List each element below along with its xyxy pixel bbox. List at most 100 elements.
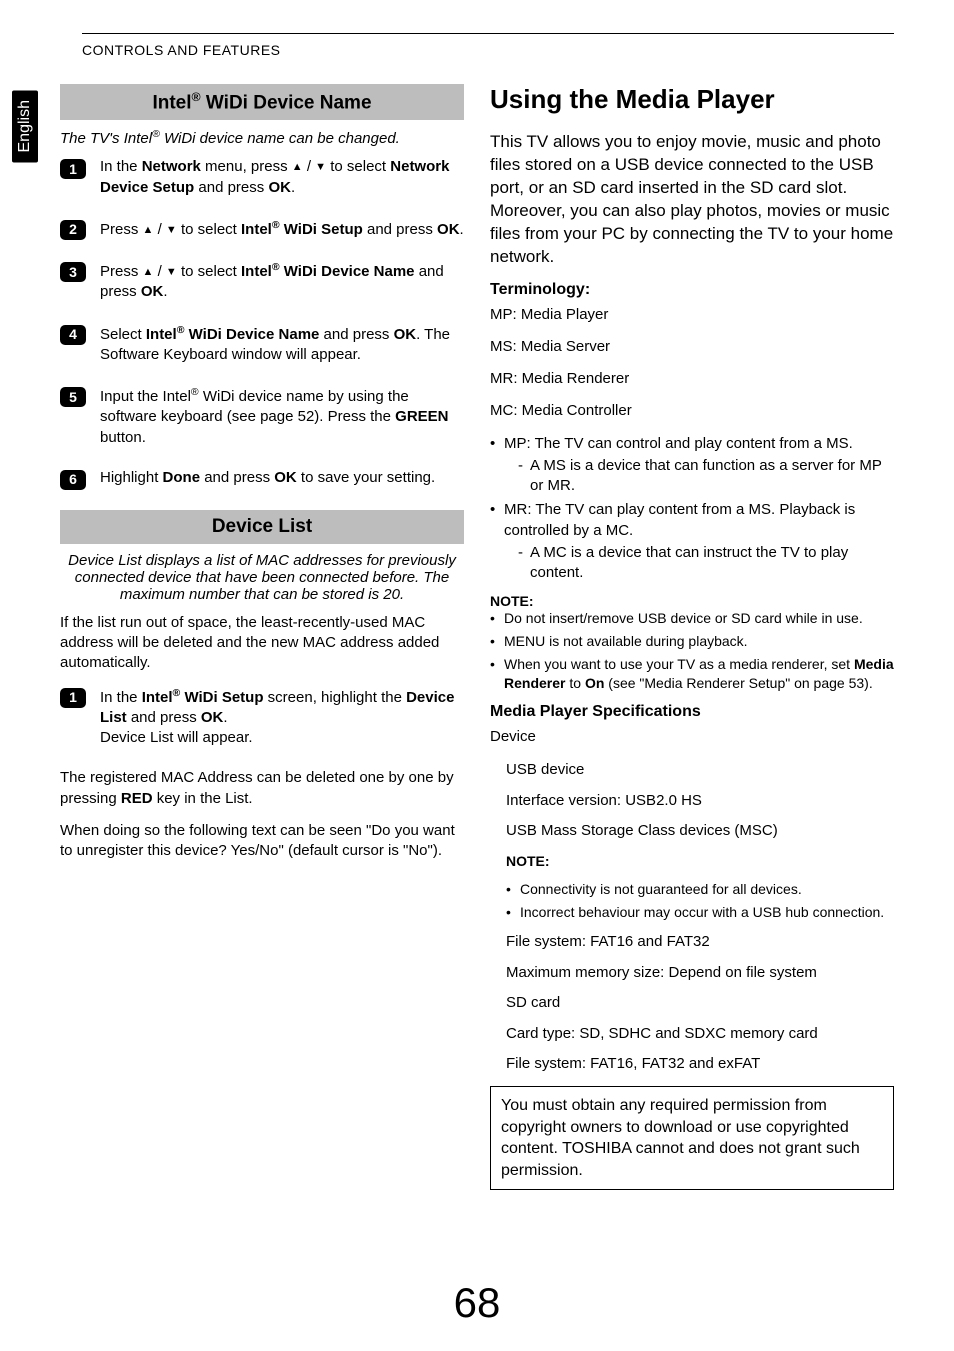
media-player-intro: This TV allows you to enjoy movie, music… — [490, 131, 894, 269]
t: to save your setting. — [297, 469, 435, 486]
up-arrow-icon: ▲ — [143, 223, 154, 238]
t: ® — [272, 261, 280, 273]
spec-mem: Maximum memory size: Depend on file syst… — [506, 962, 894, 985]
device-list-para1: If the list run out of space, the least-… — [60, 613, 464, 674]
t: GREEN — [395, 408, 448, 425]
t: and press — [319, 326, 393, 343]
t: OK — [141, 283, 164, 300]
t: / — [153, 263, 166, 280]
t: . — [223, 709, 227, 726]
note-item: Connectivity is not guaranteed for all d… — [506, 880, 894, 899]
step-4: 4 Select Intel® WiDi Device Name and pre… — [60, 323, 464, 366]
device-list-steps: 1 In the Intel® WiDi Setup screen, highl… — [60, 686, 464, 749]
t: to select — [177, 263, 241, 280]
spec-interface: Interface version: USB2.0 HS — [506, 790, 894, 813]
t: RED — [121, 790, 153, 807]
note-item: When you want to use your TV as a media … — [490, 655, 894, 693]
section-header: CONTROLS AND FEATURES — [82, 42, 281, 58]
media-player-heading: Using the Media Player — [490, 84, 894, 115]
note-label: NOTE: — [490, 593, 894, 609]
step-badge-1: 1 — [60, 688, 86, 708]
terminology-label: Terminology: — [490, 281, 894, 299]
dl-step-1: 1 In the Intel® WiDi Setup screen, highl… — [60, 686, 464, 749]
t: Press — [100, 221, 143, 238]
cap-post: WiDi device name can be changed. — [160, 130, 400, 147]
step-badge-4: 4 — [60, 325, 86, 345]
note-block-2: NOTE: Connectivity is not guaranteed for… — [506, 851, 894, 922]
t: OK — [437, 221, 460, 238]
down-arrow-icon: ▼ — [315, 160, 326, 175]
step-1: 1 In the Network menu, press ▲ / ▼ to se… — [60, 157, 464, 198]
t: to select — [326, 158, 390, 175]
t: WiDi Setup — [180, 689, 263, 706]
t: and press — [127, 709, 201, 726]
t: menu, press — [201, 158, 292, 175]
step-badge-2: 2 — [60, 220, 86, 240]
t: MP: The TV can control and play content … — [504, 435, 853, 452]
t: Intel — [241, 221, 272, 238]
cap-pre: The TV's Intel — [60, 130, 152, 147]
step-badge-5: 5 — [60, 387, 86, 407]
t: Select — [100, 326, 146, 343]
step-2: 2 Press ▲ / ▼ to select Intel® WiDi Setu… — [60, 218, 464, 240]
t: In the — [100, 158, 142, 175]
term-mp: MP: Media Player — [490, 305, 894, 325]
t: OK — [201, 709, 224, 726]
t: Intel — [241, 263, 272, 280]
t: ® — [191, 386, 199, 398]
step-5-body: Input the Intel® WiDi device name by usi… — [100, 385, 464, 448]
t: to select — [177, 221, 241, 238]
device-list-caption: Device List displays a list of MAC addre… — [60, 552, 464, 603]
device-list-para2: The registered MAC Address can be delete… — [60, 768, 464, 809]
down-arrow-icon: ▼ — [166, 265, 177, 280]
t: . — [460, 221, 464, 238]
step-badge-6: 6 — [60, 470, 86, 490]
t: / — [153, 221, 166, 238]
step-2-body: Press ▲ / ▼ to select Intel® WiDi Setup … — [100, 218, 464, 240]
spec-sd: SD card — [506, 992, 894, 1015]
t: Done — [163, 469, 201, 486]
note-item: Do not insert/remove USB device or SD ca… — [490, 609, 894, 628]
section-title-widi-name: Intel® WiDi Device Name — [60, 84, 464, 120]
t: WiDi Device Name — [280, 263, 415, 280]
spec-card: Card type: SD, SDHC and SDXC memory card — [506, 1023, 894, 1046]
note-label: NOTE: — [506, 851, 894, 872]
title-pre: Intel — [152, 92, 191, 113]
t: OK — [268, 179, 291, 196]
t: (see "Media Renderer Setup" on page 53). — [604, 675, 872, 691]
note-item: Incorrect behaviour may occur with a USB… — [506, 903, 894, 922]
step-3: 3 Press ▲ / ▼ to select Intel® WiDi Devi… — [60, 260, 464, 303]
t: to — [565, 675, 584, 691]
t: Input the Intel — [100, 388, 191, 405]
spec-block: USB device Interface version: USB2.0 HS … — [490, 759, 894, 1076]
role-mp-sub: A MS is a device that can function as a … — [518, 456, 894, 497]
spec-msc: USB Mass Storage Class devices (MSC) — [506, 820, 894, 843]
cap-sup: ® — [152, 128, 160, 140]
dl-step-1-body: In the Intel® WiDi Setup screen, highlig… — [100, 686, 464, 749]
widi-name-caption: The TV's Intel® WiDi device name can be … — [60, 128, 464, 147]
step-1-body: In the Network menu, press ▲ / ▼ to sele… — [100, 157, 464, 198]
term-ms: MS: Media Server — [490, 337, 894, 357]
t: and press — [200, 469, 274, 486]
t: . — [291, 179, 295, 196]
step-badge-3: 3 — [60, 262, 86, 282]
step-6: 6 Highlight Done and press OK to save yo… — [60, 468, 464, 490]
t: WiDi Device Name — [184, 326, 319, 343]
t: and press — [194, 179, 268, 196]
up-arrow-icon: ▲ — [143, 265, 154, 280]
t: button. — [100, 429, 146, 446]
device-label: Device — [490, 727, 894, 747]
spec-usb-device: USB device — [506, 759, 894, 782]
t: Device List will appear. — [100, 729, 253, 746]
t: Intel — [142, 689, 173, 706]
down-arrow-icon: ▼ — [166, 223, 177, 238]
term-mc: MC: Media Controller — [490, 401, 894, 421]
header-rule — [82, 33, 894, 34]
t: Intel — [146, 326, 177, 343]
title-post: WiDi Device Name — [201, 92, 372, 113]
step-6-body: Highlight Done and press OK to save your… — [100, 468, 464, 490]
t: / — [303, 158, 316, 175]
spec-fs1: File system: FAT16 and FAT32 — [506, 931, 894, 954]
title-sup: ® — [192, 90, 201, 104]
copyright-box: You must obtain any required permission … — [490, 1086, 894, 1190]
